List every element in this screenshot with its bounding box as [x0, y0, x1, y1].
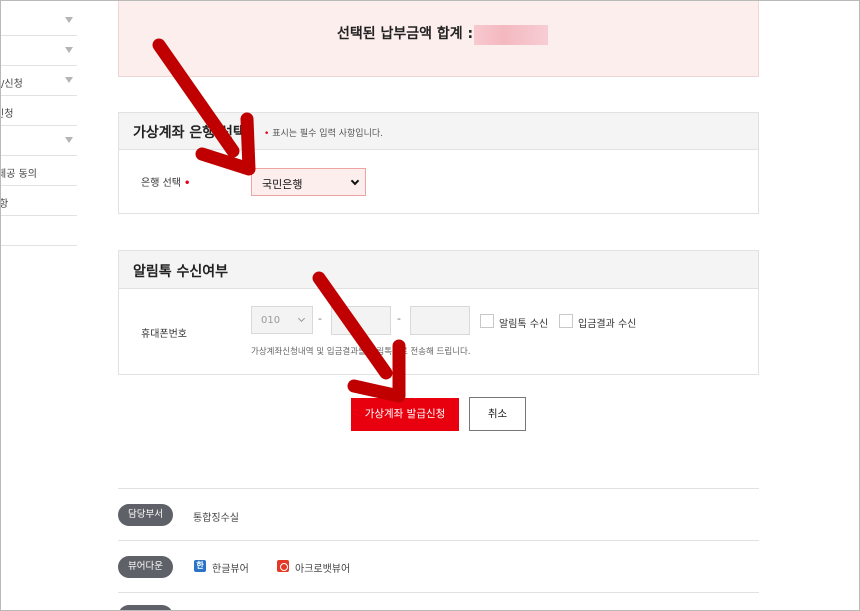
sidebar-item-3[interactable]: /신청 [1, 66, 77, 96]
total-amount-label: 선택된 납부금액 합계 : [337, 26, 474, 42]
alimtalk-helper-text: 가상계좌신청내역 및 입금결과를 알림톡으로 전송해 드립니다. [251, 347, 471, 357]
phone-dash-1: - [318, 312, 322, 325]
sidebar-item-7[interactable]: 항 [1, 186, 77, 216]
viewer-download-tag: 뷰어다운 [118, 556, 173, 578]
browser-frame: /신청 신청 제공 동의 항 선택된 납부금액 합계 : 가상계좌 은행 선택 … [0, 0, 860, 611]
phone-middle-input[interactable] [331, 306, 391, 335]
bank-selection-section: 가상계좌 은행 선택 • 표시는 필수 입력 사항입니다. 은행 선택 • 국민은… [118, 112, 759, 214]
bank-select-label: 은행 선택 • [141, 178, 191, 189]
dept-name: 통합징수실 [193, 513, 239, 524]
sidebar-divider [1, 245, 77, 246]
left-sidebar-menu: /신청 신청 제공 동의 항 [1, 1, 77, 246]
sidebar-item-2[interactable] [1, 36, 77, 66]
sidebar-item-4[interactable]: 신청 [1, 96, 77, 126]
phone-last-input[interactable] [410, 306, 470, 335]
alimtalk-checkbox-label: 알림톡 수신 [499, 319, 549, 330]
apply-virtual-account-button[interactable]: 가상계좌 발급신청 [351, 398, 459, 431]
caret-down-icon [65, 17, 73, 23]
alimtalk-section-title: 알림톡 수신여부 [133, 264, 229, 280]
alimtalk-section: 알림톡 수신여부 휴대폰번호 010 - - 알림톡 수신 입금결과 수신 가상… [118, 250, 759, 375]
caret-down-icon [65, 47, 73, 53]
alimtalk-section-header: 알림톡 수신여부 [119, 251, 758, 289]
phone-prefix-select[interactable]: 010 [251, 306, 313, 334]
chevron-down-icon [350, 176, 360, 186]
sidebar-item-5[interactable] [1, 126, 77, 156]
sidebar-item-1[interactable] [1, 6, 77, 36]
chevron-down-icon [297, 314, 306, 323]
total-amount-value-masked [474, 25, 548, 45]
bank-select-dropdown[interactable]: 국민은행 [251, 168, 366, 196]
alimtalk-checkbox[interactable] [480, 314, 494, 328]
caret-down-icon [65, 137, 73, 143]
acrobat-pdf-icon[interactable] [277, 560, 289, 572]
footer-tag-partial [118, 605, 173, 610]
bank-section-title: 가상계좌 은행 선택 [133, 125, 246, 141]
total-amount-box: 선택된 납부금액 합계 : [118, 1, 759, 77]
phone-dash-2: - [397, 312, 401, 325]
deposit-result-checkbox[interactable] [559, 314, 573, 328]
sidebar-item-6[interactable]: 제공 동의 [1, 156, 77, 186]
required-note: • 표시는 필수 입력 사항입니다. [264, 129, 383, 139]
dept-tag: 담당부서 [118, 504, 173, 526]
phone-label: 휴대폰번호 [141, 329, 187, 340]
divider [118, 540, 759, 541]
bank-section-header: 가상계좌 은행 선택 • 표시는 필수 입력 사항입니다. [119, 113, 758, 150]
divider [118, 592, 759, 593]
acrobat-viewer-link[interactable]: 아크로뱃뷰어 [295, 560, 350, 575]
hwp-viewer-icon[interactable]: 한 [194, 560, 206, 572]
caret-down-icon [65, 77, 73, 83]
cancel-button[interactable]: 취소 [469, 397, 526, 431]
deposit-result-checkbox-label: 입금결과 수신 [578, 319, 637, 330]
divider [118, 488, 759, 489]
hwp-viewer-link[interactable]: 한글뷰어 [212, 560, 249, 575]
